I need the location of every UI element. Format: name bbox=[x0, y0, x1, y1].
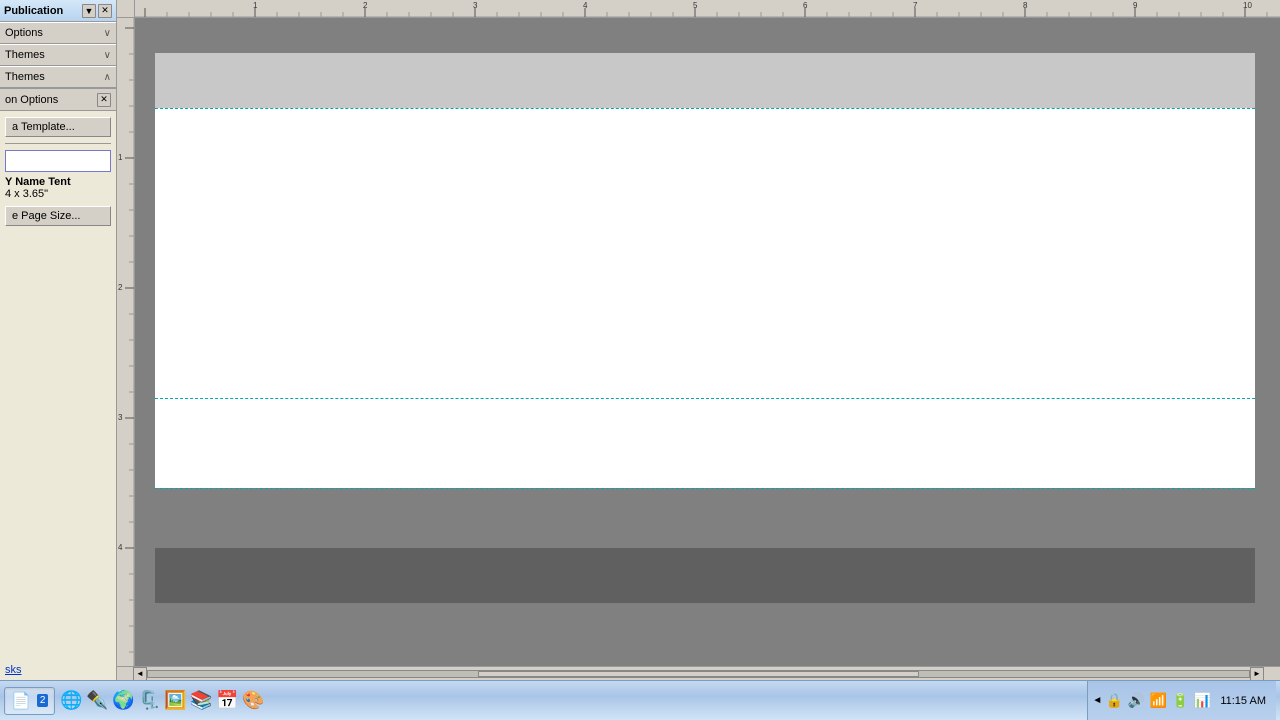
tray-icon-network[interactable]: 📶 bbox=[1148, 691, 1168, 711]
page-body bbox=[155, 108, 1255, 488]
taskbar-badge: 2 bbox=[37, 694, 49, 707]
section-options-label: Options bbox=[5, 27, 43, 39]
taskbar-icon-7zip[interactable]: 🗜️ bbox=[137, 689, 161, 713]
svg-text:10: 10 bbox=[1243, 1, 1252, 10]
page-header-bar bbox=[155, 53, 1255, 108]
h-scrollbar: ◄ ► bbox=[117, 666, 1280, 680]
taskbar-icon-calendar[interactable]: 📅 bbox=[215, 689, 239, 713]
pub-options-section: on Options ✕ a Template... Y Name Tent 4… bbox=[0, 88, 116, 660]
system-tray: ◄ 🔒 🔊 📶 🔋 📊 11:15 AM bbox=[1087, 681, 1276, 720]
page-size-button[interactable]: e Page Size... bbox=[5, 206, 111, 226]
svg-text:4: 4 bbox=[118, 543, 123, 552]
section-options[interactable]: Options ∨ bbox=[0, 22, 116, 44]
section-themes2-label: Themes bbox=[5, 71, 45, 83]
taskbar-app-icon: 📄 bbox=[11, 691, 31, 711]
template-button[interactable]: a Template... bbox=[5, 117, 111, 137]
separator-1 bbox=[5, 143, 111, 144]
section-themes2[interactable]: Themes ∧ bbox=[0, 66, 116, 88]
svg-text:8: 8 bbox=[1023, 1, 1028, 10]
svg-text:3: 3 bbox=[118, 413, 123, 422]
scroll-right-btn[interactable]: ► bbox=[1250, 667, 1264, 681]
page-footer-bar bbox=[155, 548, 1255, 603]
section-options-toggle: ∨ bbox=[104, 28, 111, 39]
panel-minimize-btn[interactable]: ▼ bbox=[82, 4, 96, 18]
panel-close-btn[interactable]: ✕ bbox=[98, 4, 112, 18]
taskbar-icon-pen[interactable]: ✒️ bbox=[85, 689, 109, 713]
ruler-content-area: 12345 bbox=[117, 18, 1280, 666]
main-content: // This will be rendered via JS below 12… bbox=[117, 0, 1280, 680]
tray-icon-battery[interactable]: 🔋 bbox=[1170, 691, 1190, 711]
scrollbar-thumb[interactable] bbox=[478, 671, 918, 677]
tray-expand-icon[interactable]: ◄ bbox=[1092, 695, 1102, 706]
left-panel: Publication ▼ ✕ Options ∨ Themes ∨ Theme… bbox=[0, 0, 117, 680]
ruler-h-svg: // This will be rendered via JS below 12… bbox=[135, 0, 1280, 18]
taskbar-icon-chrome[interactable]: 🌍 bbox=[111, 689, 135, 713]
pub-options-close-btn[interactable]: ✕ bbox=[97, 93, 111, 107]
panel-title-buttons: ▼ ✕ bbox=[82, 4, 112, 18]
svg-text:7: 7 bbox=[913, 1, 918, 10]
ruler-corner bbox=[117, 0, 135, 18]
guide-line-1 bbox=[155, 108, 1255, 109]
template-name-display: Y Name Tent bbox=[5, 176, 111, 188]
svg-text:2: 2 bbox=[363, 1, 368, 10]
svg-text:1: 1 bbox=[253, 1, 258, 10]
guide-line-2 bbox=[155, 398, 1255, 399]
template-size-display: 4 x 3.65" bbox=[5, 188, 111, 200]
ruler-top: // This will be rendered via JS below 12… bbox=[135, 0, 1280, 18]
taskbar-icon-photoshop[interactable]: 🖼️ bbox=[163, 689, 187, 713]
scrollbar-track[interactable] bbox=[147, 670, 1250, 678]
scroll-left-btn[interactable]: ◄ bbox=[133, 667, 147, 681]
pub-options-content: a Template... Y Name Tent 4 x 3.65" e Pa… bbox=[0, 111, 116, 232]
section-themes2-toggle: ∧ bbox=[104, 72, 111, 83]
svg-text:5: 5 bbox=[693, 1, 698, 10]
svg-text:1: 1 bbox=[118, 153, 123, 162]
ruler-row-top: // This will be rendered via JS below 12… bbox=[117, 0, 1280, 18]
taskbar-icon-paint[interactable]: 🎨 bbox=[241, 689, 265, 713]
template-name-input[interactable] bbox=[5, 150, 111, 172]
svg-text:9: 9 bbox=[1133, 1, 1138, 10]
tray-icon-volume[interactable]: 🔊 bbox=[1126, 691, 1146, 711]
panel-title: Publication bbox=[4, 5, 63, 17]
section-themes1-toggle: ∨ bbox=[104, 50, 111, 61]
ruler-left: 12345 bbox=[117, 18, 135, 666]
section-themes1[interactable]: Themes ∨ bbox=[0, 44, 116, 66]
guide-line-3 bbox=[155, 488, 1255, 489]
tray-icon-signal[interactable]: 📊 bbox=[1192, 691, 1212, 711]
pub-options-label: on Options bbox=[5, 94, 58, 106]
taskbar-icon-book[interactable]: 📚 bbox=[189, 689, 213, 713]
svg-text:4: 4 bbox=[583, 1, 588, 10]
section-themes1-label: Themes bbox=[5, 49, 45, 61]
tasks-link[interactable]: sks bbox=[5, 664, 22, 676]
taskbar: 📄 2 🌐 ✒️ 🌍 🗜️ 🖼️ 📚 📅 🎨 ◄ 🔒 🔊 📶 🔋 📊 11:15… bbox=[0, 680, 1280, 720]
taskbar-icon-orb[interactable]: 🌐 bbox=[59, 689, 83, 713]
canvas-area[interactable] bbox=[135, 18, 1280, 666]
tray-icon-security[interactable]: 🔒 bbox=[1104, 691, 1124, 711]
svg-text:3: 3 bbox=[473, 1, 478, 10]
svg-text:6: 6 bbox=[803, 1, 808, 10]
taskbar-quick-launch: 🌐 ✒️ 🌍 🗜️ 🖼️ 📚 📅 🎨 bbox=[59, 689, 265, 713]
ruler-v-svg: 12345 bbox=[117, 18, 135, 666]
tasks-section: sks bbox=[0, 660, 116, 680]
svg-text:2: 2 bbox=[118, 283, 123, 292]
system-clock: 11:15 AM bbox=[1214, 695, 1272, 707]
app-area: Publication ▼ ✕ Options ∨ Themes ∨ Theme… bbox=[0, 0, 1280, 680]
panel-titlebar: Publication ▼ ✕ bbox=[0, 0, 116, 22]
pub-options-header: on Options ✕ bbox=[0, 89, 116, 111]
taskbar-app-button[interactable]: 📄 2 bbox=[4, 687, 55, 715]
